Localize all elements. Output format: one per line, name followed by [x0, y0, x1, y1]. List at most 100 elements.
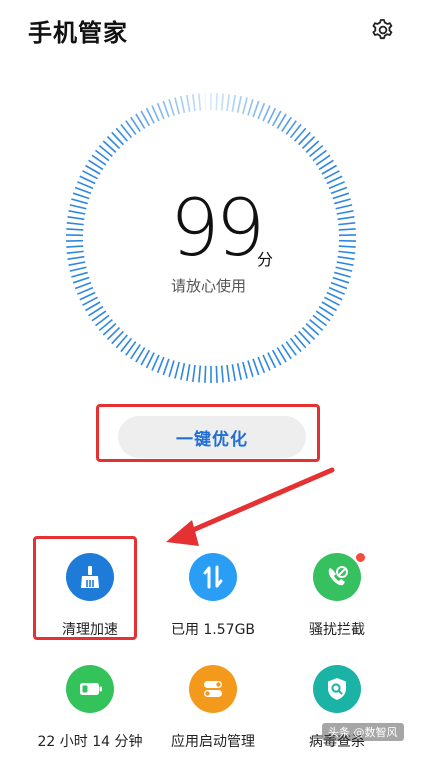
dial-tick: [181, 96, 185, 113]
dial-tick: [73, 278, 89, 283]
dial-tick: [68, 217, 85, 219]
dial-tick: [333, 278, 349, 283]
phone-block-icon: [313, 553, 361, 601]
dial-tick: [77, 288, 93, 295]
status-text: 请放心使用: [171, 275, 246, 296]
dial-tick: [243, 362, 247, 378]
dial-tick: [263, 355, 270, 371]
dial-tick: [227, 365, 229, 382]
dial-tick: [238, 96, 242, 113]
tool-battery[interactable]: 22 小时 14 分钟: [20, 665, 160, 765]
dial-tick: [232, 364, 235, 381]
dial-tick: [227, 94, 229, 111]
tool-label: 骚扰拦截: [267, 619, 407, 639]
dial-tick: [152, 355, 159, 371]
dial-tick: [258, 103, 264, 119]
tool-label: 应用启动管理: [143, 731, 283, 751]
dial-tick: [152, 106, 159, 122]
dial-tick: [169, 99, 174, 115]
dial-tick: [338, 251, 355, 253]
dial-tick: [331, 283, 347, 289]
dial-tick: [163, 359, 169, 375]
dial-tick: [70, 205, 87, 209]
dial-tick: [70, 267, 87, 271]
dial-tick: [253, 359, 259, 375]
dial-tick: [258, 357, 264, 373]
dial-tick: [327, 176, 342, 183]
dial-tick: [222, 366, 223, 383]
dial-tick: [193, 365, 195, 382]
dial-tick: [248, 99, 253, 115]
highlight-box-clean: [33, 536, 137, 640]
dial-tick: [158, 357, 164, 373]
dial-tick: [181, 363, 185, 380]
battery-icon: [66, 665, 114, 713]
dial-tick: [334, 199, 350, 204]
dial-tick: [77, 182, 93, 189]
dial-tick: [329, 182, 345, 189]
dial-tick: [238, 363, 242, 380]
dial-tick: [75, 283, 91, 289]
dial-tick: [147, 353, 155, 368]
dial-tick: [80, 176, 95, 183]
dial-tick: [339, 229, 356, 230]
dial-tick: [187, 95, 190, 112]
dial-tick: [222, 94, 223, 111]
dial-tick: [69, 211, 86, 214]
data-transfer-icon: [189, 553, 237, 601]
dial-tick: [175, 98, 179, 114]
tool-label: 22 小时 14 分钟: [20, 731, 160, 751]
dial-tick: [199, 366, 200, 383]
dial-tick: [338, 217, 355, 219]
dial-tick: [175, 362, 179, 378]
dial-tick: [338, 223, 355, 225]
dial-tick: [243, 98, 247, 114]
dial-tick: [216, 93, 217, 110]
dial-tick: [147, 108, 155, 123]
dial-tick: [163, 101, 169, 117]
dial-tick: [73, 193, 89, 198]
dial-tick: [253, 101, 259, 117]
tool-label: 已用 1.57GB: [143, 619, 283, 639]
dial-tick: [67, 223, 84, 225]
dial-tick: [158, 103, 164, 119]
dial-tick: [216, 366, 217, 383]
dial-tick: [333, 193, 349, 198]
dial-tick: [338, 257, 355, 259]
watermark: 头条 @数智风: [322, 723, 404, 741]
dial-tick: [268, 353, 276, 368]
dial-tick: [331, 187, 347, 193]
dial-tick: [334, 272, 350, 277]
tool-virus-scan[interactable]: 病毒查杀: [267, 665, 407, 765]
dial-tick: [66, 229, 83, 230]
dial-tick: [336, 267, 353, 271]
dial-tick: [327, 293, 342, 300]
health-score: 99: [170, 190, 261, 268]
dial-tick: [67, 251, 84, 253]
dial-tick: [75, 187, 91, 193]
dial-tick: [263, 106, 270, 122]
shield-scan-icon: [313, 665, 361, 713]
dial-tick: [337, 211, 354, 214]
dial-tick: [66, 246, 83, 247]
notification-badge: [355, 552, 366, 563]
dial-tick: [205, 93, 206, 110]
tool-app-launch-manager[interactable]: 应用启动管理: [143, 665, 283, 765]
dial-tick: [71, 272, 87, 277]
dial-tick: [337, 262, 354, 265]
dial-tick: [248, 361, 253, 377]
dial-tick: [199, 94, 200, 111]
highlight-box-optimize: [96, 404, 320, 462]
dial-tick: [268, 108, 276, 123]
dial-tick: [68, 257, 85, 259]
dial-tick: [69, 262, 86, 265]
dial-tick: [169, 361, 174, 377]
dial-tick: [329, 288, 345, 295]
tool-data-usage[interactable]: 已用 1.57GB: [143, 553, 283, 653]
tool-harassment-block[interactable]: 骚扰拦截: [267, 553, 407, 653]
dial-tick: [205, 366, 206, 383]
score-unit: 分: [257, 246, 273, 270]
dial-tick: [193, 94, 195, 111]
dial-tick: [71, 199, 87, 204]
dial-tick: [80, 293, 95, 300]
